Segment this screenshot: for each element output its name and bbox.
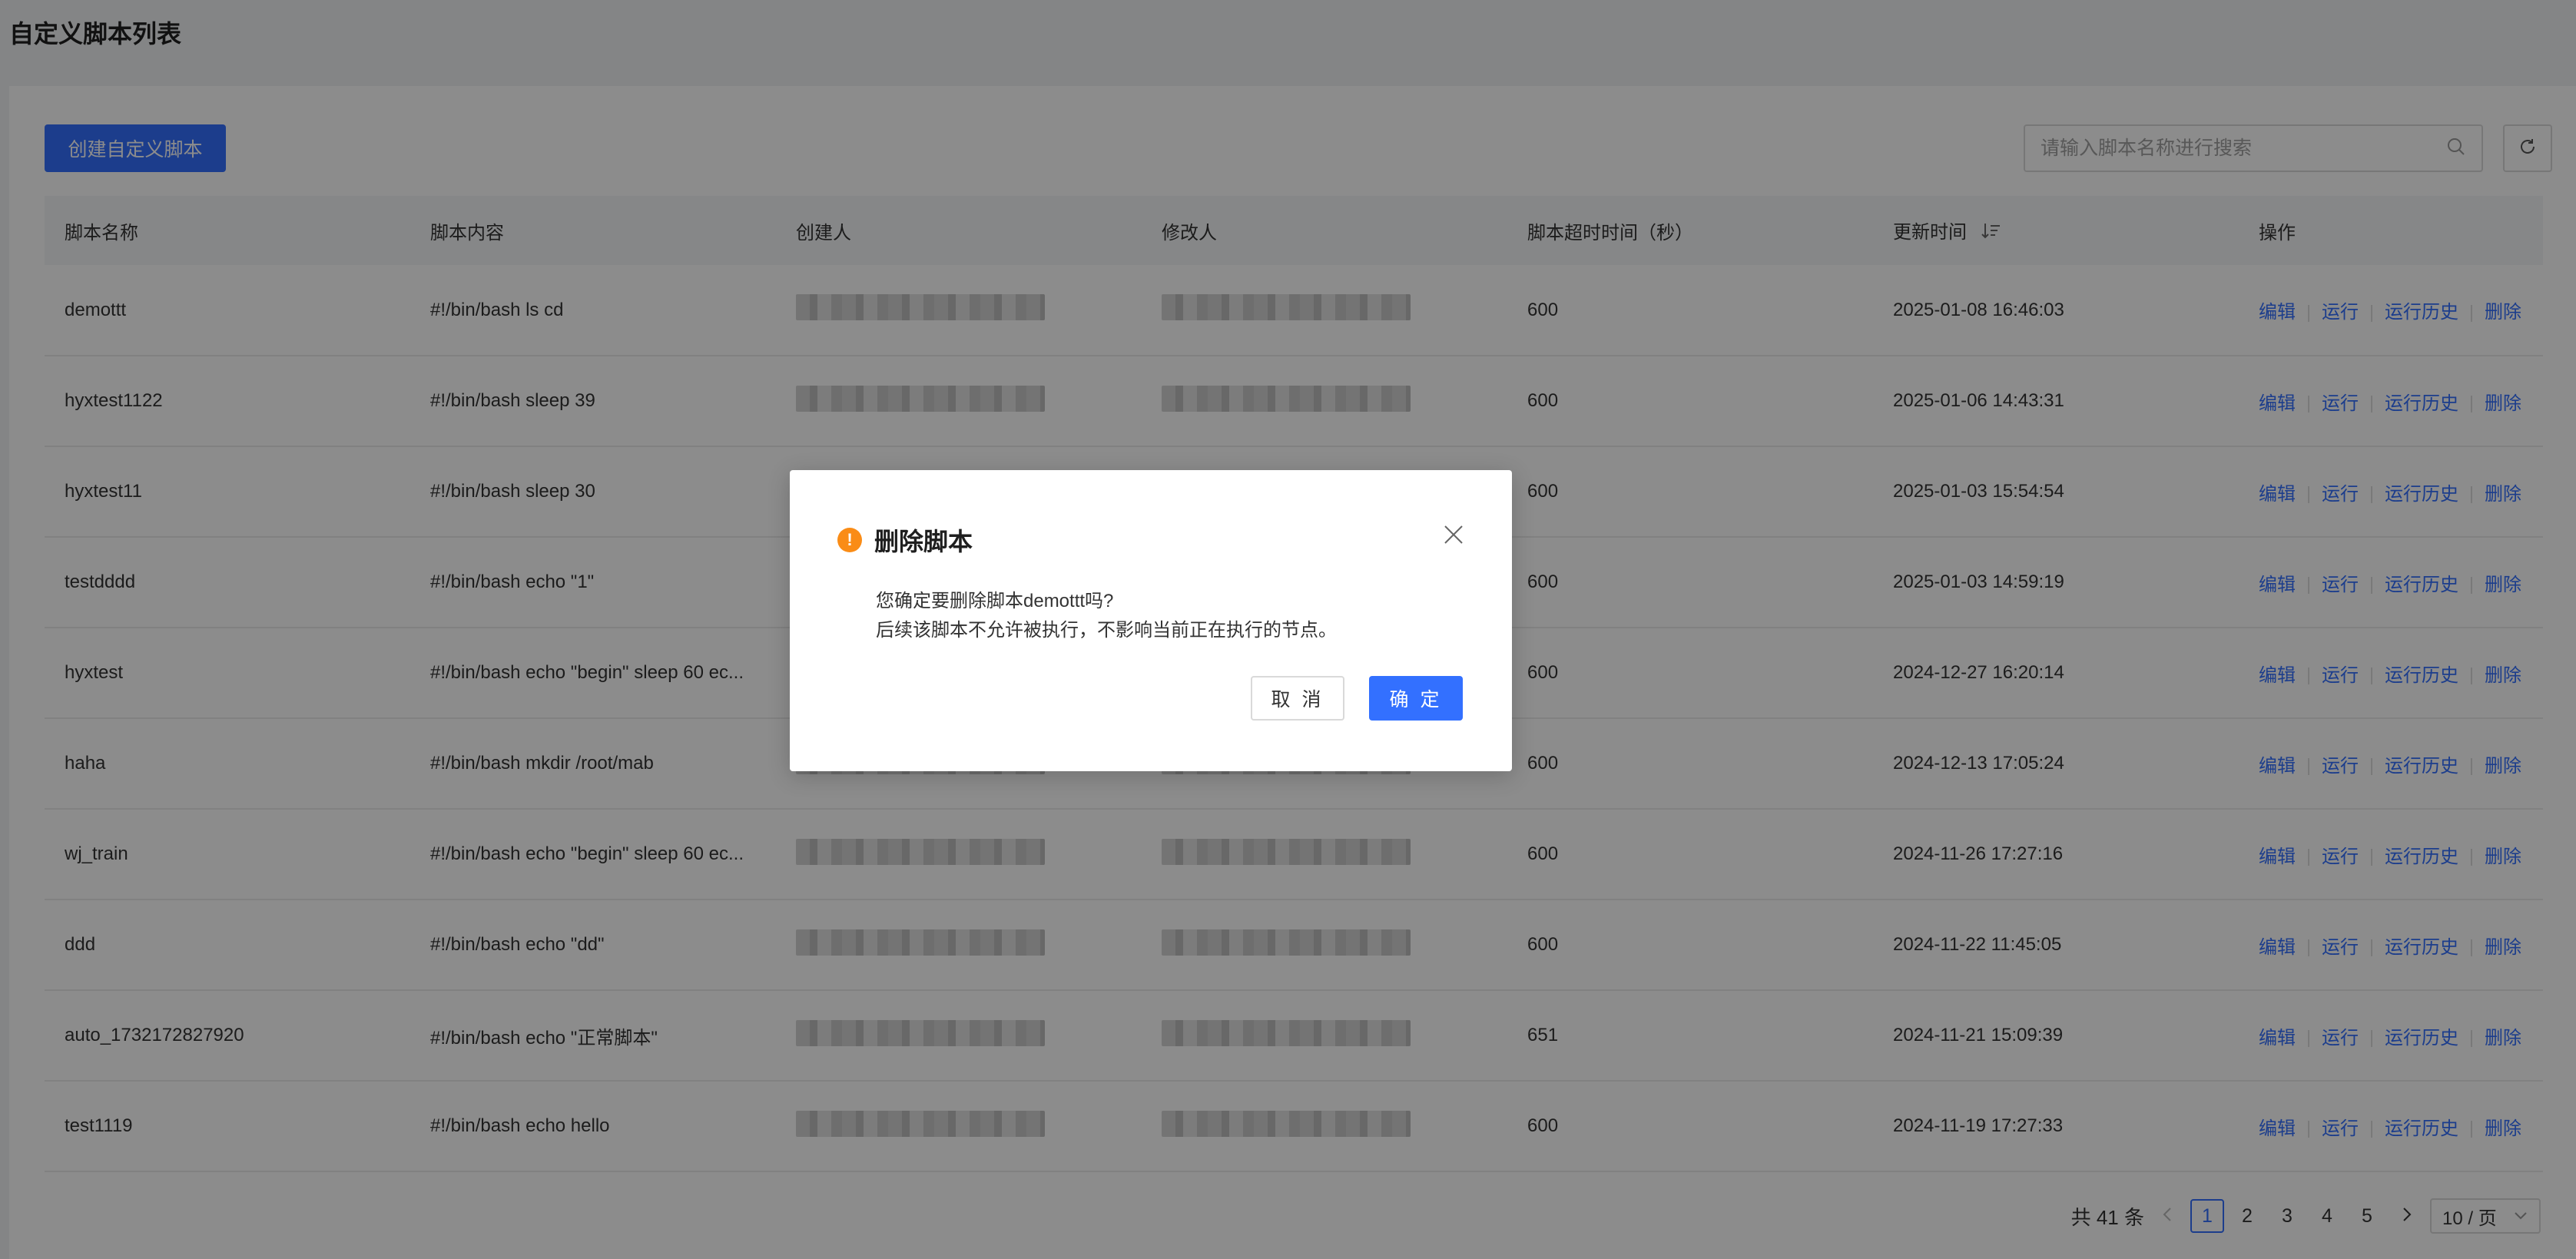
dialog-footer: 取 消 确 定 — [1251, 676, 1463, 721]
dialog-message-line1: 您确定要删除脚本demottt吗? — [876, 591, 1114, 611]
dialog-body: 您确定要删除脚本demottt吗? 后续该脚本不允许被执行，不影响当前正在执行的… — [876, 587, 1337, 645]
close-icon[interactable] — [1443, 524, 1464, 545]
confirm-button[interactable]: 确 定 — [1369, 676, 1463, 721]
warning-icon: ! — [837, 528, 862, 552]
dialog-message-line2: 后续该脚本不允许被执行，不影响当前正在执行的节点。 — [876, 620, 1337, 641]
cancel-button[interactable]: 取 消 — [1251, 676, 1344, 721]
delete-script-dialog: ! 删除脚本 您确定要删除脚本demottt吗? 后续该脚本不允许被执行，不影响… — [790, 470, 1512, 771]
dialog-title: 删除脚本 — [874, 528, 973, 555]
dialog-title-row: ! 删除脚本 — [837, 522, 973, 558]
